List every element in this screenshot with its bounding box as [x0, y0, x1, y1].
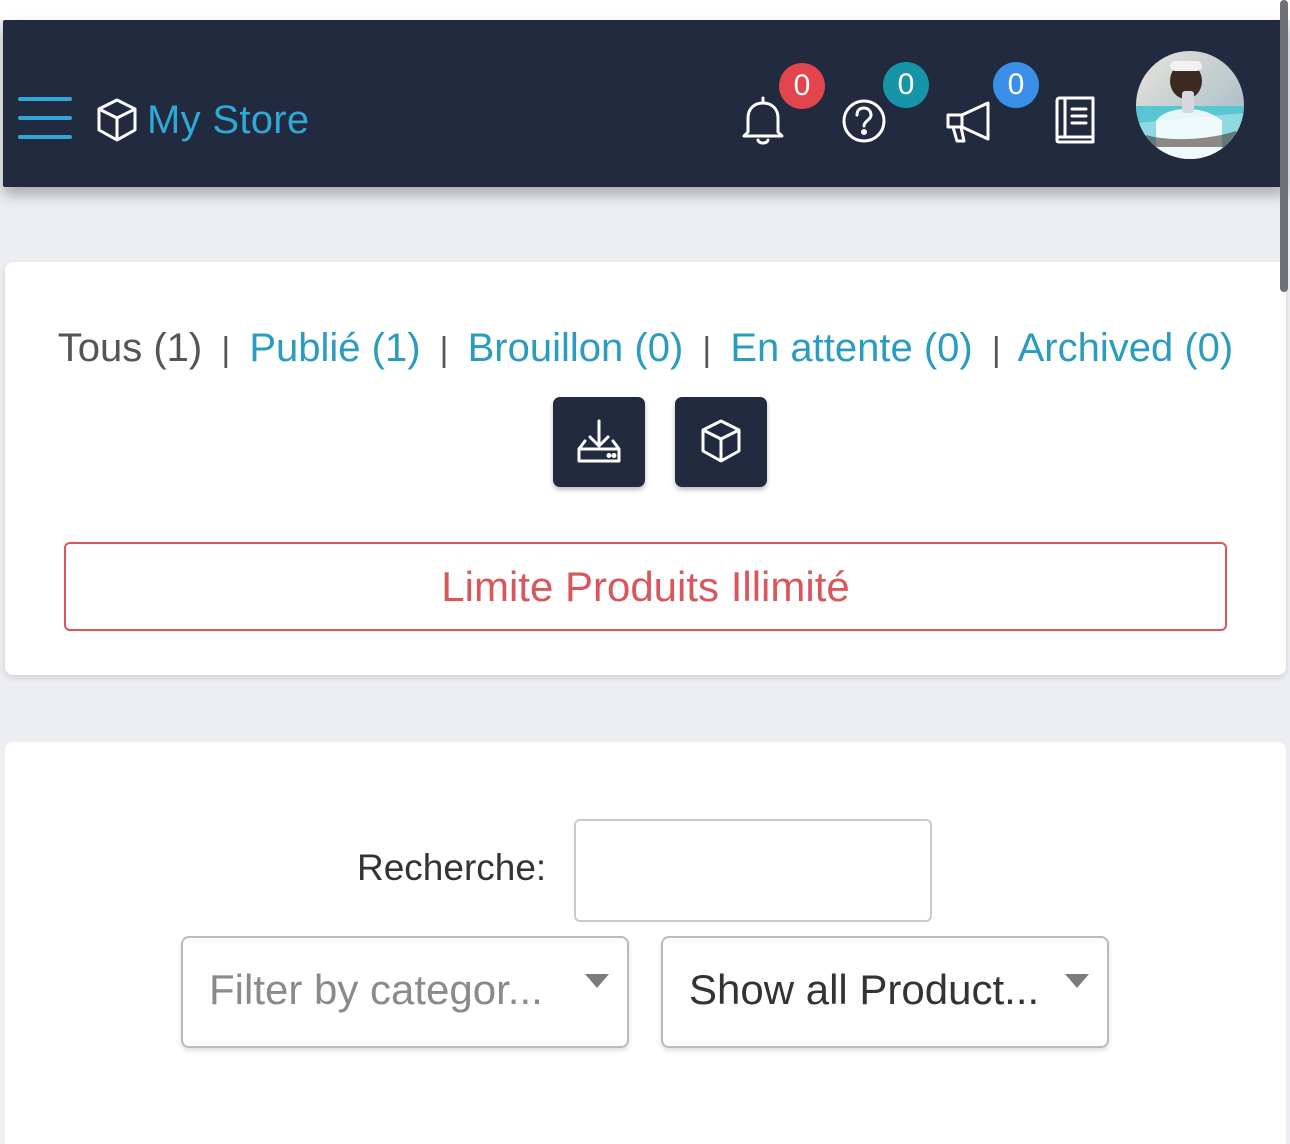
search-input[interactable]	[574, 819, 932, 922]
product-filter-card: Recherche: Filter by categor... Show all…	[5, 742, 1286, 1144]
status-separator: |	[439, 331, 449, 369]
status-separator: |	[991, 331, 1001, 369]
status-separator: |	[702, 331, 712, 369]
notifications-button[interactable]	[738, 94, 788, 146]
product-status-card: Tous (1) | Publié (1) | Brouillon (0) | …	[5, 262, 1286, 675]
book-icon	[1055, 96, 1095, 144]
product-type-value: Show all Product...	[689, 966, 1040, 1013]
chevron-down-icon	[585, 974, 609, 988]
add-product-button[interactable]	[675, 397, 767, 487]
scrollbar[interactable]	[1276, 0, 1290, 1144]
status-published-link[interactable]: Publié (1)	[249, 326, 420, 370]
category-filter-select[interactable]: Filter by categor...	[181, 936, 629, 1048]
product-type-select[interactable]: Show all Product...	[661, 936, 1109, 1048]
status-archived-link[interactable]: Archived (0)	[1018, 326, 1234, 370]
top-navbar: My Store 0 0 0	[3, 20, 1286, 187]
status-separator: |	[221, 331, 231, 369]
user-avatar[interactable]	[1136, 51, 1244, 159]
documentation-button[interactable]	[1053, 95, 1097, 145]
cube-icon	[97, 98, 137, 142]
app-title: My Store	[147, 97, 310, 142]
hamburger-menu-icon[interactable]	[18, 97, 74, 141]
import-products-button[interactable]	[553, 397, 645, 487]
avatar-photo	[1136, 51, 1244, 159]
megaphone-icon	[946, 101, 990, 143]
announcements-badge: 0	[993, 62, 1039, 108]
bell-icon	[742, 96, 784, 145]
chevron-down-icon	[1065, 974, 1089, 988]
help-button[interactable]	[840, 97, 888, 145]
top-strip	[0, 0, 1290, 20]
download-tray-icon	[577, 419, 621, 463]
announcements-button[interactable]	[944, 97, 998, 145]
status-pending-link[interactable]: En attente (0)	[730, 326, 972, 370]
search-label: Recherche:	[357, 847, 547, 888]
status-filter-bar: Tous (1) | Publié (1) | Brouillon (0) | …	[5, 326, 1286, 371]
cube-icon	[701, 419, 741, 463]
status-all[interactable]: Tous (1)	[58, 326, 203, 370]
notifications-badge: 0	[779, 63, 825, 109]
brand-link[interactable]: My Store	[93, 94, 309, 146]
question-icon	[842, 99, 886, 143]
product-limit-notice: Limite Produits Illimité	[64, 542, 1227, 631]
category-filter-placeholder: Filter by categor...	[209, 966, 543, 1013]
scrollbar-thumb[interactable]	[1280, 0, 1288, 292]
help-badge: 0	[883, 62, 929, 108]
status-draft-link[interactable]: Brouillon (0)	[468, 326, 684, 370]
